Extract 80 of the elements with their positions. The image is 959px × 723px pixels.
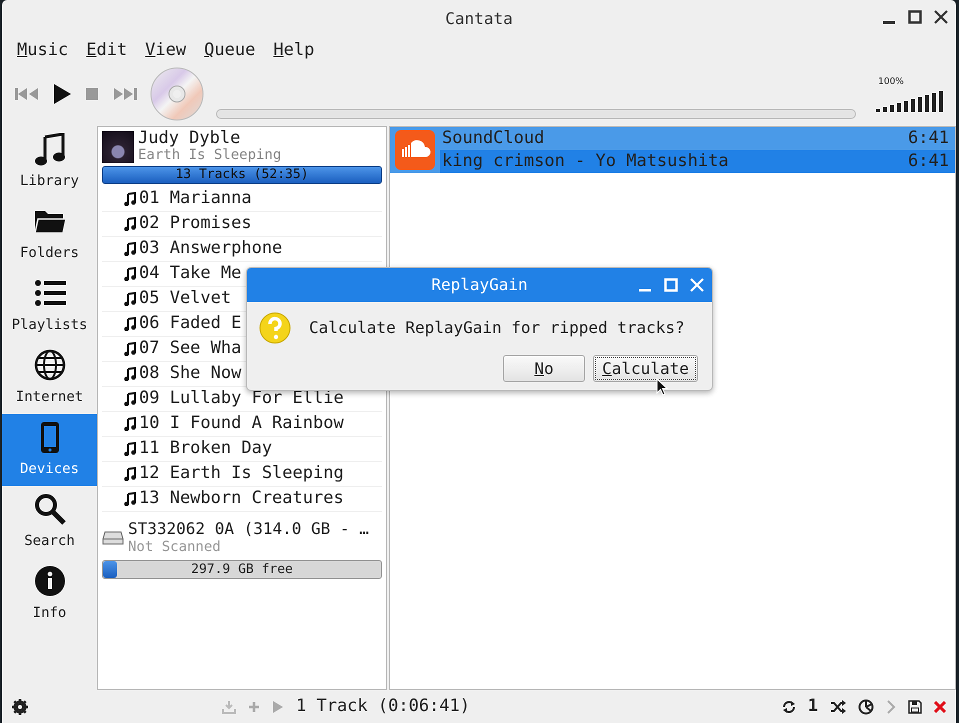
music-note-icon: [32, 133, 66, 167]
sidebar-item[interactable]: Library: [2, 126, 97, 198]
music-note-icon: [124, 367, 136, 381]
maximize-icon[interactable]: [908, 10, 922, 24]
dialog-title: ReplayGain: [431, 274, 528, 296]
free-space-text: 297.9 GB free: [191, 562, 293, 577]
previous-icon[interactable]: [14, 86, 40, 102]
cloud-icon: [394, 129, 436, 171]
consume-icon[interactable]: [858, 698, 874, 714]
repeat-icon[interactable]: [782, 700, 796, 714]
volume-icon[interactable]: [876, 90, 946, 112]
sidebar-item[interactable]: Internet: [2, 342, 97, 414]
album-title: Earth Is Sleeping: [138, 147, 282, 164]
disc-icon: [150, 67, 204, 121]
music-note-icon: [124, 292, 136, 306]
search-icon: [32, 493, 66, 527]
track-duration: 6:41: [908, 126, 949, 150]
sidebar-item[interactable]: Search: [2, 486, 97, 558]
globe-icon: [32, 349, 66, 383]
menu-item[interactable]: Music: [17, 38, 68, 62]
next-icon[interactable]: [112, 86, 138, 102]
menu-item[interactable]: Edit: [86, 38, 128, 62]
group-title: SoundCloud: [442, 126, 546, 150]
settings-icon[interactable]: [12, 698, 28, 714]
music-note-icon: [124, 492, 136, 506]
music-note-icon: [124, 267, 136, 281]
music-note-icon: [124, 417, 136, 431]
track-title[interactable]: 04 Take Me: [139, 261, 242, 287]
queue-row[interactable]: king crimson - Yo Matsushita 6:41: [440, 150, 955, 173]
menu-item[interactable]: Queue: [204, 38, 256, 62]
music-note-icon: [124, 342, 136, 356]
artist-name: Judy Dyble: [138, 130, 242, 147]
position-slider[interactable]: [216, 109, 856, 119]
album-cover-placeholder: [102, 131, 134, 163]
close-icon[interactable]: [934, 10, 948, 24]
track-title[interactable]: 05 Velvet: [139, 286, 232, 312]
dialog-message: Calculate ReplayGain for ripped tracks?: [309, 317, 685, 339]
save-icon[interactable]: [908, 700, 922, 714]
track-title[interactable]: 01 Marianna: [139, 186, 252, 212]
music-note-icon: [124, 217, 136, 231]
track-summary: 1 Track (0:06:41): [296, 694, 471, 718]
music-note-icon: [124, 242, 136, 256]
sidebar-item[interactable]: Info: [2, 558, 97, 630]
volume-reading: 100%: [878, 76, 904, 90]
track-title[interactable]: 02 Promises: [139, 211, 252, 237]
music-note-icon: [124, 192, 136, 206]
stop-icon[interactable]: [84, 86, 100, 102]
track-count-bar: 13 Tracks (52:35): [102, 166, 382, 184]
dialog-button[interactable]: Calculate: [593, 355, 698, 382]
track-title[interactable]: 07 See Wha: [139, 336, 242, 362]
dialog-button[interactable]: No: [503, 355, 585, 382]
device-status: Not Scanned: [128, 538, 222, 556]
window-title: Cantata: [445, 8, 513, 30]
track-title[interactable]: 06 Faded E: [139, 311, 242, 337]
track-title[interactable]: 12 Earth Is Sleeping: [139, 461, 344, 487]
sidebar-item[interactable]: Playlists: [2, 270, 97, 342]
track-title[interactable]: 11 Broken Day: [139, 436, 272, 462]
track-title[interactable]: 03 Answerphone: [139, 236, 282, 262]
device-name[interactable]: ST332062 0A (314.0 GB - …: [128, 520, 369, 538]
music-note-icon: [124, 442, 136, 456]
sidebar-item[interactable]: Folders: [2, 198, 97, 270]
menu-item[interactable]: Help: [273, 38, 314, 62]
play-icon[interactable]: [52, 83, 72, 105]
hard-drive-icon: [102, 531, 124, 545]
track-title: king crimson - Yo Matsushita: [442, 150, 730, 173]
track-duration: 6:41: [908, 150, 949, 173]
single-mode-toggle[interactable]: 1: [808, 694, 818, 720]
music-note-icon: [124, 467, 136, 481]
menu-item[interactable]: View: [145, 38, 186, 62]
music-note-icon: [124, 317, 136, 331]
track-title[interactable]: 08 She Now: [139, 361, 242, 387]
pointer-icon: [656, 378, 668, 396]
music-note-icon: [124, 392, 136, 406]
track-title[interactable]: 13 Newborn Creatures: [139, 486, 344, 512]
info-icon: [32, 565, 66, 599]
track-title[interactable]: 10 I Found A Rainbow: [139, 411, 344, 437]
question-icon: [259, 312, 291, 344]
sidebar-item[interactable]: Devices: [2, 414, 97, 486]
shuffle-icon[interactable]: [830, 700, 846, 714]
queue-row[interactable]: SoundCloud 6:41: [440, 127, 955, 150]
